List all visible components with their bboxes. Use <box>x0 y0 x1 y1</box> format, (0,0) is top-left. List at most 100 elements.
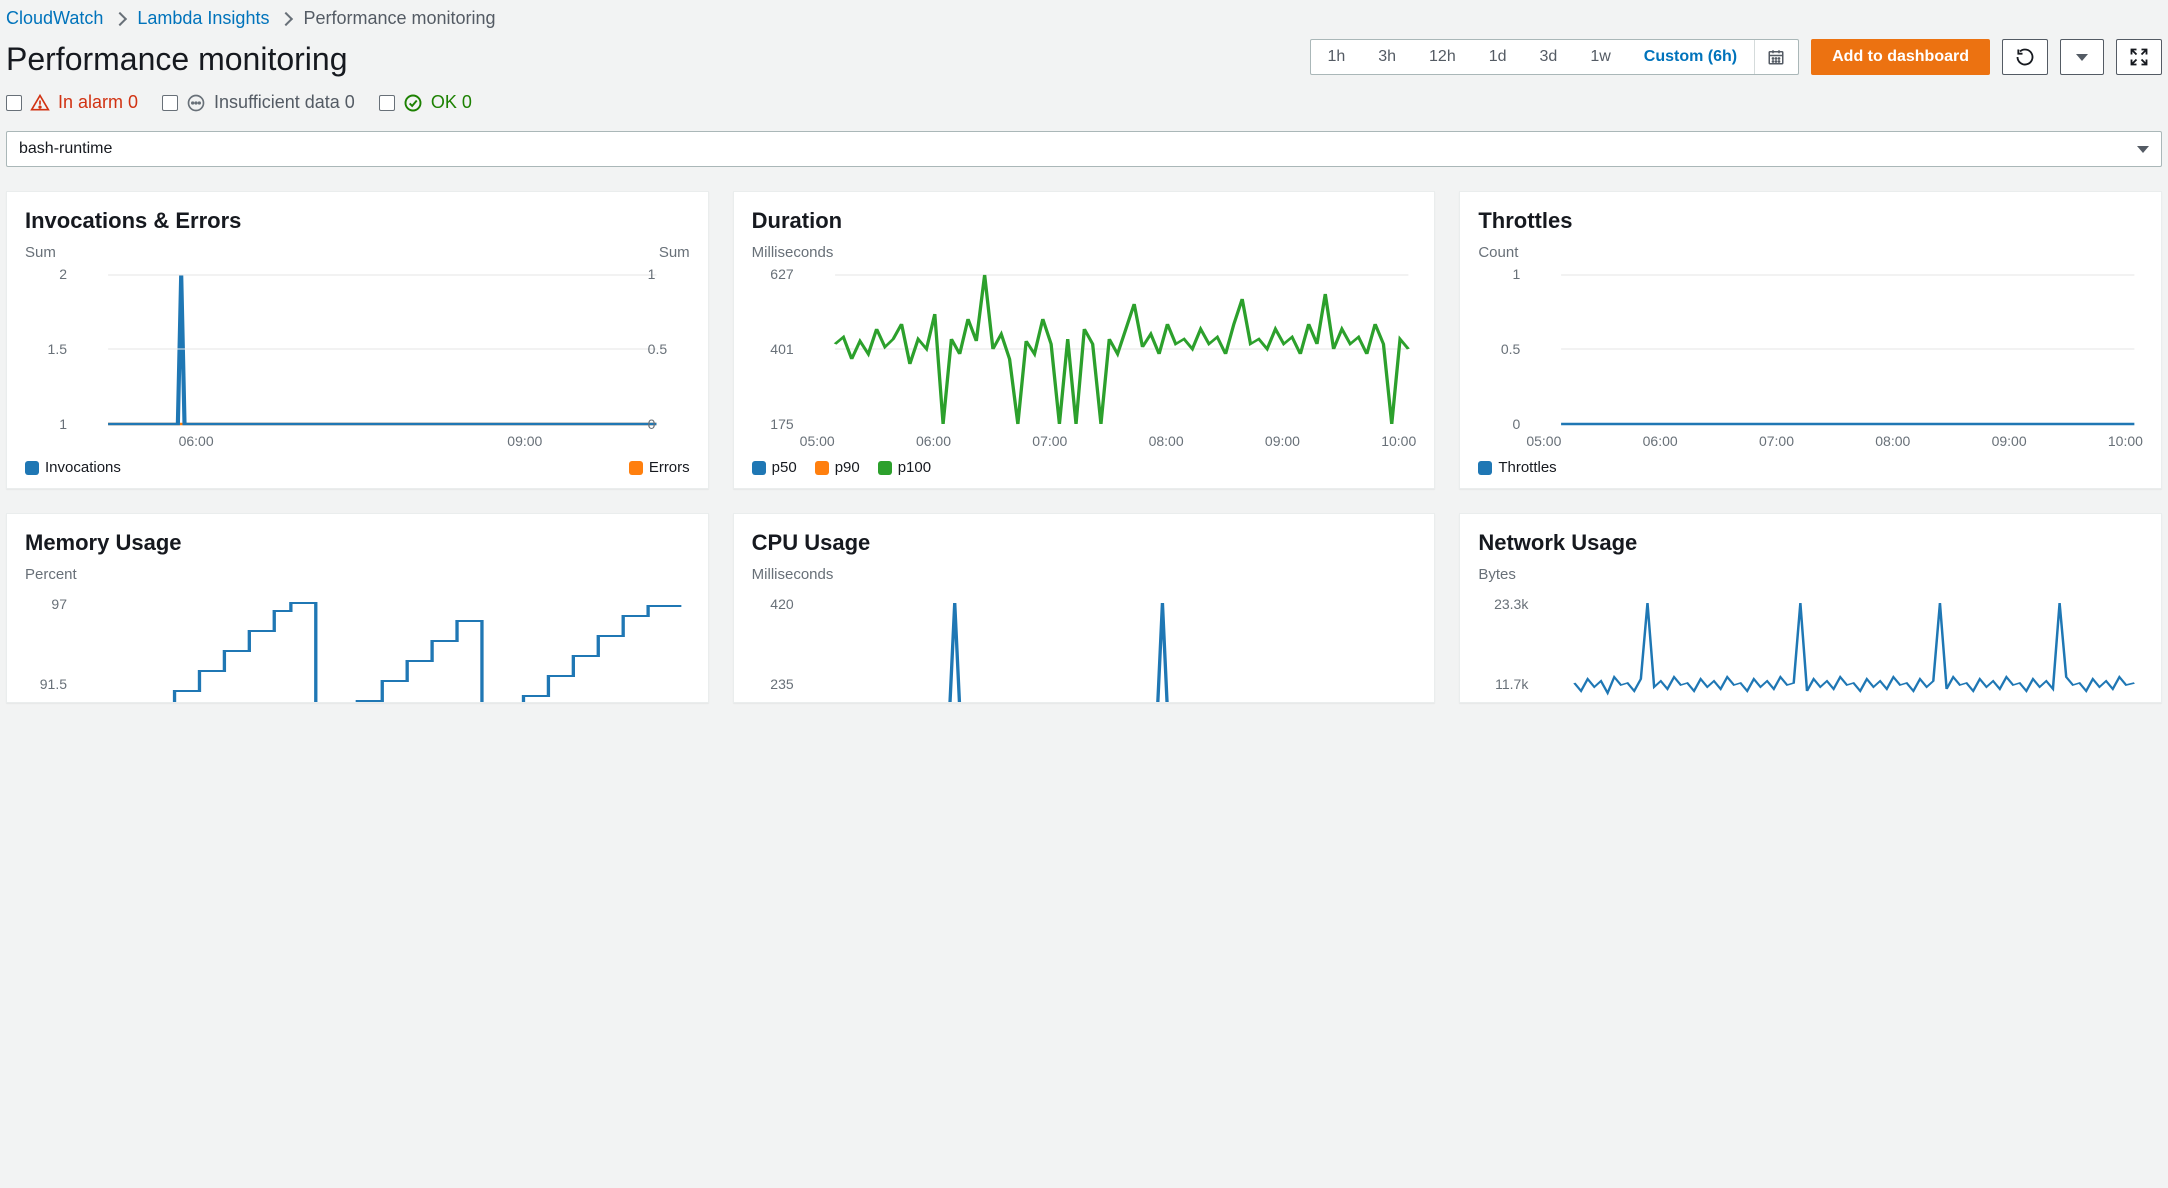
time-range-custom[interactable]: Custom (6h) <box>1628 40 1754 74</box>
time-range-1d[interactable]: 1d <box>1473 40 1524 74</box>
refresh-options-button[interactable] <box>2060 39 2104 75</box>
y-axis-label: Bytes <box>1478 566 1516 583</box>
legend-label: p90 <box>835 459 860 476</box>
y-tick: 2 <box>25 266 67 282</box>
panel-title: Network Usage <box>1478 530 2143 556</box>
time-range-1w[interactable]: 1w <box>1574 40 1627 74</box>
legend-label: Errors <box>649 459 690 476</box>
alarm-filter-row: In alarm 0 Insufficient data 0 OK 0 <box>6 78 2162 131</box>
panel-network-usage: Network Usage Bytes 23.3k 11.7k <box>1459 513 2162 703</box>
chart-memory[interactable]: 97 91.5 <box>25 591 690 703</box>
y-tick: 11.7k <box>1478 676 1528 692</box>
x-tick: 10:00 <box>1381 433 1416 449</box>
y-axis-right-label: Sum <box>659 244 690 261</box>
legend-label: p50 <box>772 459 797 476</box>
swatch-icon <box>1478 461 1492 475</box>
x-tick: 07:00 <box>1759 433 1794 449</box>
y-tick: 0 <box>648 416 690 432</box>
calendar-icon <box>1767 48 1785 66</box>
x-tick: 08:00 <box>1149 433 1184 449</box>
expand-icon <box>2129 47 2149 67</box>
y-tick: 0.5 <box>1478 341 1520 357</box>
y-axis-label: Milliseconds <box>752 566 834 583</box>
y-tick: 175 <box>752 416 794 432</box>
calendar-button[interactable] <box>1754 40 1798 74</box>
y-tick: 627 <box>752 266 794 282</box>
swatch-icon <box>878 461 892 475</box>
y-tick: 1.5 <box>25 341 67 357</box>
chart-throttles[interactable]: 1 0.5 0 <box>1478 269 2143 429</box>
y-tick: 1 <box>25 416 67 432</box>
panel-invocations-errors: Invocations & Errors Sum Sum 2 1.5 1 1 0… <box>6 191 709 489</box>
in-alarm-checkbox[interactable] <box>6 95 22 111</box>
x-tick: 07:00 <box>1032 433 1067 449</box>
panel-duration: Duration Milliseconds 627 401 175 05:00 … <box>733 191 1436 489</box>
panel-title: Invocations & Errors <box>25 208 690 234</box>
y-axis-left-label: Sum <box>25 244 56 261</box>
y-tick: 235 <box>752 676 794 692</box>
panel-title: Memory Usage <box>25 530 690 556</box>
insufficient-checkbox[interactable] <box>162 95 178 111</box>
breadcrumb-current: Performance monitoring <box>303 8 495 29</box>
panel-title: Throttles <box>1478 208 2143 234</box>
refresh-button[interactable] <box>2002 39 2048 75</box>
y-tick: 0 <box>1478 416 1520 432</box>
in-alarm-label: In alarm 0 <box>58 92 138 113</box>
x-tick: 06:00 <box>1643 433 1678 449</box>
x-tick: 09:00 <box>1992 433 2027 449</box>
panel-title: Duration <box>752 208 1417 234</box>
swatch-icon <box>752 461 766 475</box>
time-range-1h[interactable]: 1h <box>1311 40 1362 74</box>
alarm-triangle-icon <box>30 93 50 113</box>
ok-label: OK 0 <box>431 92 472 113</box>
time-range-12h[interactable]: 12h <box>1413 40 1473 74</box>
chart-network[interactable]: 23.3k 11.7k <box>1478 591 2143 703</box>
legend-label: Invocations <box>45 459 121 476</box>
y-axis-label: Percent <box>25 566 77 583</box>
x-tick: 05:00 <box>1526 433 1561 449</box>
swatch-icon <box>629 461 643 475</box>
y-tick: 1 <box>1478 266 1520 282</box>
refresh-icon <box>2015 47 2035 67</box>
chevron-right-icon <box>281 14 291 24</box>
x-tick: 09:00 <box>1265 433 1300 449</box>
breadcrumb-cloudwatch[interactable]: CloudWatch <box>6 8 103 29</box>
caret-down-icon <box>2137 146 2149 153</box>
y-tick: 1 <box>648 266 690 282</box>
y-tick: 91.5 <box>25 676 67 692</box>
legend-label: Throttles <box>1498 459 1556 476</box>
panel-cpu-usage: CPU Usage Milliseconds 420 235 <box>733 513 1436 703</box>
time-range-3h[interactable]: 3h <box>1362 40 1413 74</box>
time-range-3d[interactable]: 3d <box>1524 40 1575 74</box>
x-tick: 06:00 <box>179 433 214 449</box>
chevron-right-icon <box>115 14 125 24</box>
chart-duration[interactable]: 627 401 175 <box>752 269 1417 429</box>
y-tick: 23.3k <box>1478 596 1528 612</box>
breadcrumb-lambda-insights[interactable]: Lambda Insights <box>137 8 269 29</box>
insufficient-data-icon <box>186 93 206 113</box>
swatch-icon <box>815 461 829 475</box>
panel-memory-usage: Memory Usage Percent 97 91.5 <box>6 513 709 703</box>
toolbar: 1h 3h 12h 1d 3d 1w Custom (6h) Add to da… <box>1310 39 2162 75</box>
y-tick: 420 <box>752 596 794 612</box>
y-axis-label: Count <box>1478 244 1518 261</box>
add-to-dashboard-button[interactable]: Add to dashboard <box>1811 39 1990 75</box>
x-tick: 10:00 <box>2108 433 2143 449</box>
legend-label: p100 <box>898 459 931 476</box>
ok-checkbox[interactable] <box>379 95 395 111</box>
x-tick: 05:00 <box>800 433 835 449</box>
x-tick: 09:00 <box>507 433 542 449</box>
fullscreen-button[interactable] <box>2116 39 2162 75</box>
y-tick: 0.5 <box>648 341 690 357</box>
panel-throttles: Throttles Count 1 0.5 0 05:00 06:00 07:0… <box>1459 191 2162 489</box>
panel-title: CPU Usage <box>752 530 1417 556</box>
function-select[interactable]: bash-runtime <box>6 131 2162 167</box>
chart-cpu[interactable]: 420 235 <box>752 591 1417 703</box>
ok-check-icon <box>403 93 423 113</box>
chart-invocations[interactable]: 2 1.5 1 1 0.5 0 <box>25 269 690 429</box>
breadcrumb: CloudWatch Lambda Insights Performance m… <box>6 4 2162 39</box>
function-select-value: bash-runtime <box>19 140 112 158</box>
y-tick: 401 <box>752 341 794 357</box>
y-axis-label: Milliseconds <box>752 244 834 261</box>
time-range-picker: 1h 3h 12h 1d 3d 1w Custom (6h) <box>1310 39 1799 75</box>
